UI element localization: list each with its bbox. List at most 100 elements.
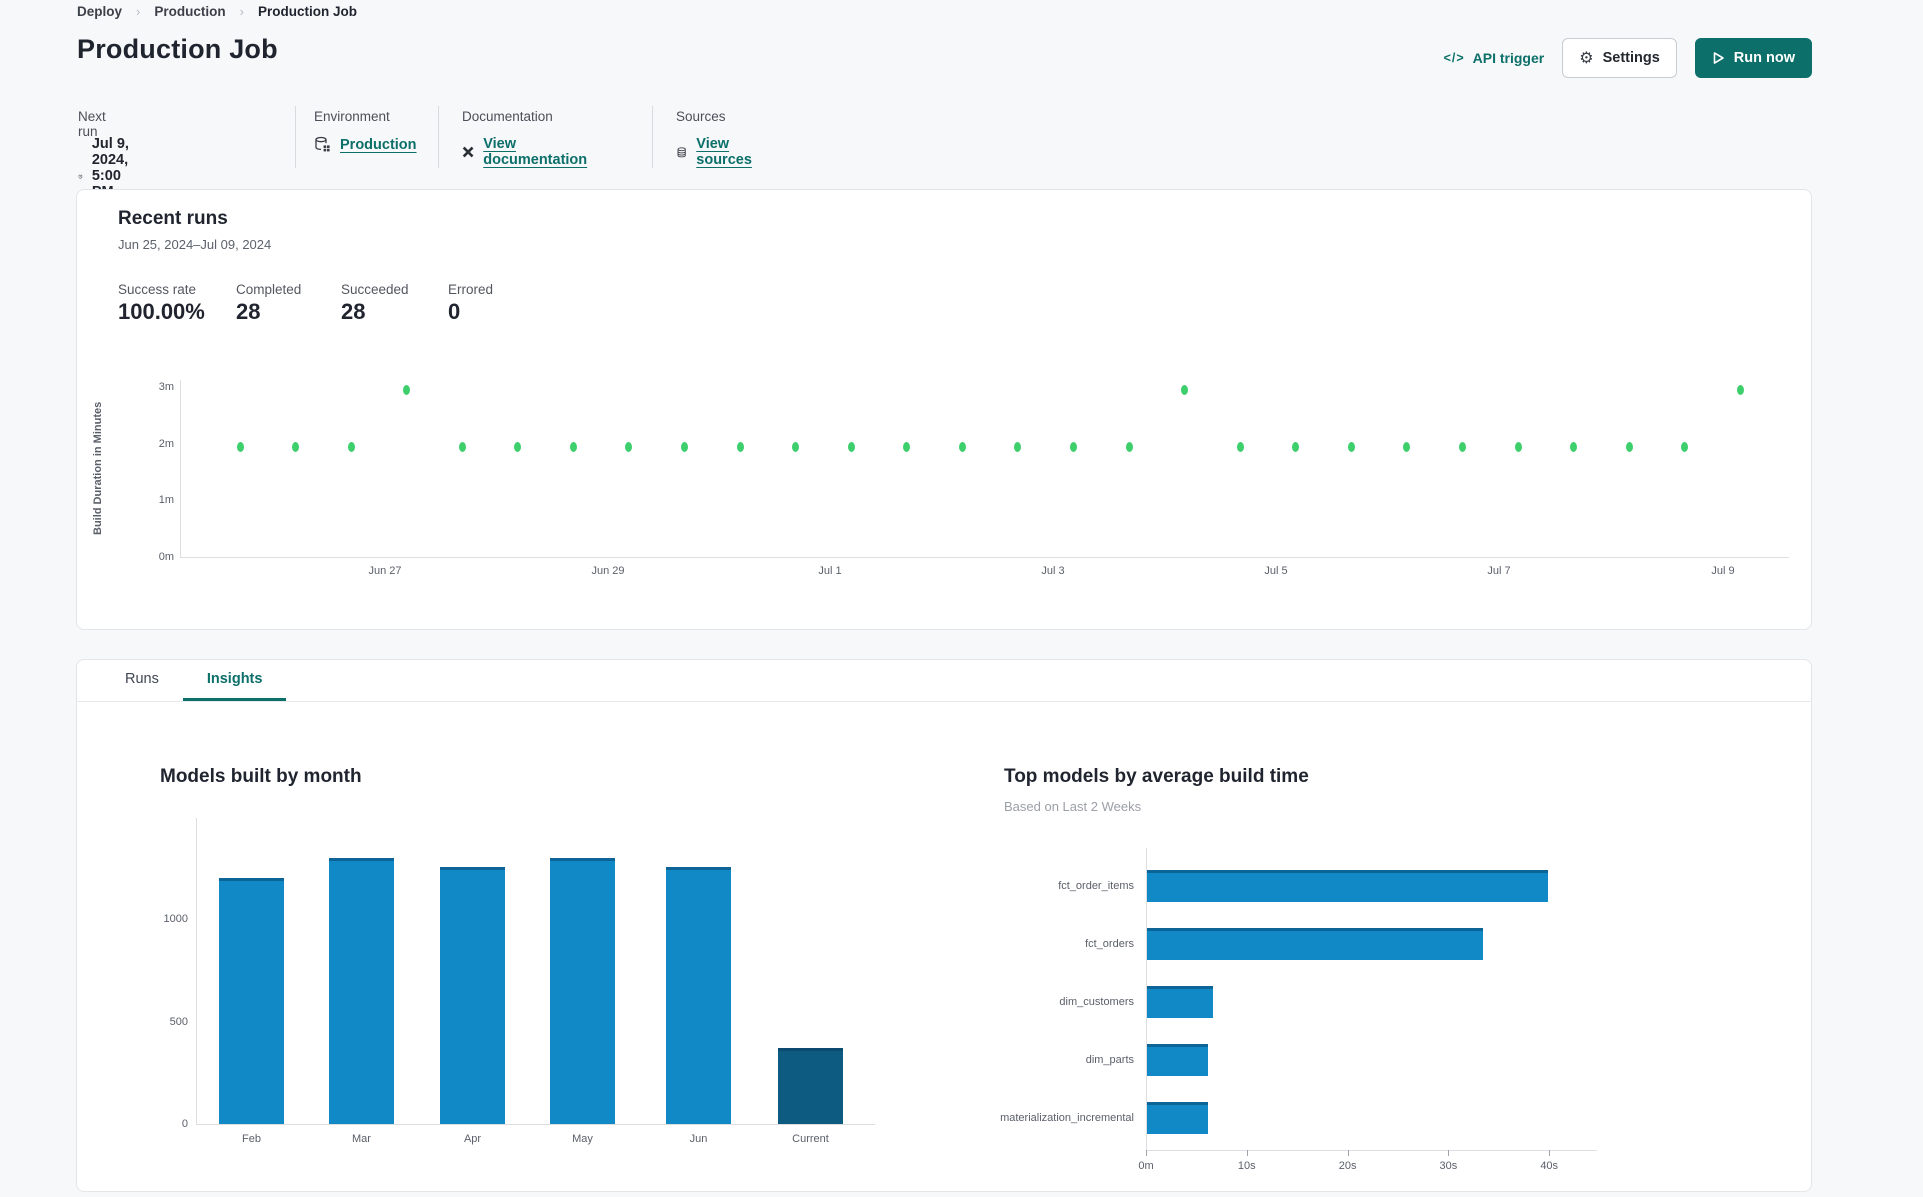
run-dot[interactable]: [1070, 441, 1078, 452]
x-tick-label: Jul 3: [1041, 565, 1065, 577]
run-dot[interactable]: [625, 441, 633, 452]
view-documentation-link[interactable]: View documentation: [483, 136, 591, 168]
run-dot[interactable]: [403, 385, 411, 396]
run-dot[interactable]: [569, 441, 577, 452]
documentation-label: Documentation: [462, 109, 553, 124]
view-sources-link[interactable]: View sources: [696, 136, 757, 168]
completed-value: 28: [236, 299, 261, 324]
x-category-label: Apr: [463, 1133, 482, 1145]
api-trigger-link[interactable]: </> API trigger: [1444, 50, 1545, 66]
run-dot[interactable]: [1459, 441, 1467, 452]
play-icon: [1713, 52, 1724, 64]
tab-insights[interactable]: Insights: [182, 660, 287, 701]
y-tick-label: 1000: [163, 913, 188, 925]
run-dot[interactable]: [1403, 441, 1411, 452]
documentation-value: View documentation: [462, 136, 591, 168]
x-tick-label: Jun 29: [591, 565, 625, 577]
code-icon: </>: [1443, 51, 1465, 65]
run-dot[interactable]: [903, 441, 911, 452]
run-dot[interactable]: [458, 441, 466, 452]
x-category-label: May: [572, 1133, 593, 1145]
month-bar: [550, 857, 615, 1124]
top-models-subtitle: Based on Last 2 Weeks: [1004, 799, 1142, 814]
run-dot[interactable]: [1125, 441, 1133, 452]
month-bar: [329, 857, 394, 1124]
recent-runs-title: Recent runs: [118, 208, 228, 229]
header-actions: </> API trigger ⚙ Settings Run now: [1444, 38, 1812, 78]
x-axis-line: [1146, 1150, 1597, 1151]
run-dot[interactable]: [1681, 441, 1689, 452]
y-tick-label: 2m: [158, 437, 174, 450]
run-dot[interactable]: [1236, 441, 1244, 452]
breadcrumb: Deploy › Production › Production Job: [77, 4, 357, 19]
run-dot[interactable]: [1014, 441, 1022, 452]
run-dot[interactable]: [792, 441, 800, 452]
model-bar: [1147, 870, 1548, 902]
model-label: dim_parts: [1085, 1054, 1134, 1066]
x-tick-label: Jul 9: [1711, 565, 1735, 577]
x-tick-label: 10s: [1237, 1160, 1256, 1172]
run-dot[interactable]: [1625, 441, 1633, 452]
run-dot[interactable]: [958, 441, 966, 452]
x-tick-label: 20s: [1338, 1160, 1357, 1172]
model-label: fct_orders: [1085, 938, 1134, 950]
x-category-label: Mar: [352, 1133, 371, 1145]
divider: [652, 106, 653, 168]
x-axis-line: [196, 1124, 875, 1125]
production-job-page: Deploy › Production › Production Job Pro…: [0, 0, 1923, 1197]
x-axis-line: [180, 557, 1789, 558]
run-dot[interactable]: [847, 441, 855, 452]
errored-label: Errored: [448, 282, 494, 297]
divider: [295, 106, 296, 168]
run-dot[interactable]: [681, 441, 689, 452]
run-dot[interactable]: [736, 441, 744, 452]
sources-label: Sources: [676, 109, 726, 124]
model-bar: [1147, 1044, 1209, 1076]
run-dot[interactable]: [347, 441, 355, 452]
completed-label: Completed: [236, 282, 302, 297]
run-now-button[interactable]: Run now: [1694, 38, 1812, 78]
y-tick-label: 0: [181, 1118, 188, 1130]
tab-runs[interactable]: Runs: [101, 660, 183, 701]
breadcrumb-production[interactable]: Production: [154, 4, 225, 19]
breadcrumb-deploy[interactable]: Deploy: [77, 4, 122, 19]
model-label: dim_customers: [1059, 996, 1134, 1008]
x-tick-label: Jun 27: [368, 565, 402, 577]
y-axis-line: [180, 380, 181, 557]
y-axis-line: [196, 818, 197, 1124]
insights-card: Runs Insights Models built by month Top …: [76, 659, 1812, 1192]
run-dot[interactable]: [1347, 441, 1355, 452]
database-sources-icon: [677, 146, 686, 157]
next-run-label: Next run: [78, 109, 106, 139]
run-dot[interactable]: [514, 441, 522, 452]
x-category-label: Jun: [689, 1133, 708, 1145]
settings-label: Settings: [1602, 50, 1660, 66]
x-tick-label: Jul 1: [818, 565, 842, 577]
settings-button[interactable]: ⚙ Settings: [1562, 38, 1677, 78]
run-dot[interactable]: [292, 441, 300, 452]
x-tick-mark: [1146, 1150, 1147, 1156]
run-dot[interactable]: [1181, 385, 1189, 396]
run-dot[interactable]: [1570, 441, 1578, 452]
run-dot[interactable]: [1292, 441, 1300, 452]
divider: [438, 106, 439, 168]
x-tick-label: 40s: [1540, 1160, 1559, 1172]
model-label: fct_order_items: [1058, 880, 1134, 892]
run-dot[interactable]: [1514, 441, 1522, 452]
x-tick-label: Jul 5: [1264, 565, 1288, 577]
clock-icon: [78, 174, 83, 179]
run-dot[interactable]: [1736, 385, 1744, 396]
database-environment-icon: [315, 136, 330, 152]
environment-link[interactable]: Production: [340, 137, 417, 153]
environment-label: Environment: [314, 109, 390, 124]
environment-value: Production: [314, 136, 417, 153]
sources-value: View sources: [676, 136, 758, 168]
run-dot[interactable]: [236, 441, 244, 452]
recent-runs-card: Recent runs Jun 25, 2024–Jul 09, 2024 Su…: [76, 189, 1812, 630]
month-bar: [778, 1048, 843, 1124]
succeeded-value: 28: [341, 299, 366, 324]
page-title: Production Job: [77, 34, 278, 64]
y-tick-label: 0m: [158, 551, 174, 563]
x-category-label: Current: [792, 1133, 829, 1145]
success-rate-label: Success rate: [118, 282, 197, 297]
